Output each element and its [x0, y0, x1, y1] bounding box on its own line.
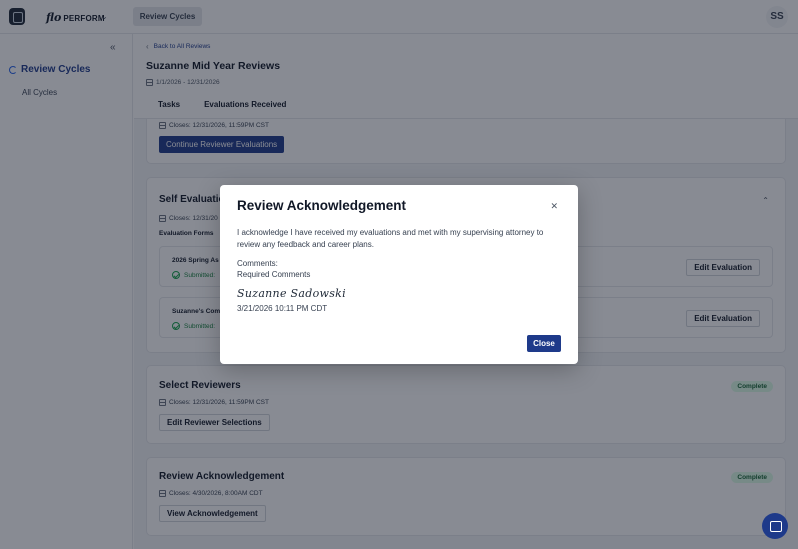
review-acknowledgement-modal: Review Acknowledgement ✕ I acknowledge I… — [220, 185, 578, 364]
signed-timestamp: 3/21/2026 10:11 PM CDT — [237, 304, 328, 313]
comments-label: Comments: — [237, 259, 278, 268]
signature: Suzanne Sadowski — [237, 287, 346, 300]
close-button[interactable]: Close — [527, 335, 561, 352]
acknowledgement-text: I acknowledge I have received my evaluat… — [237, 228, 544, 249]
close-icon[interactable]: ✕ — [550, 201, 558, 212]
modal-title: Review Acknowledgement — [237, 198, 407, 213]
chat-icon[interactable] — [762, 513, 788, 539]
comments-value: Required Comments — [237, 270, 311, 279]
